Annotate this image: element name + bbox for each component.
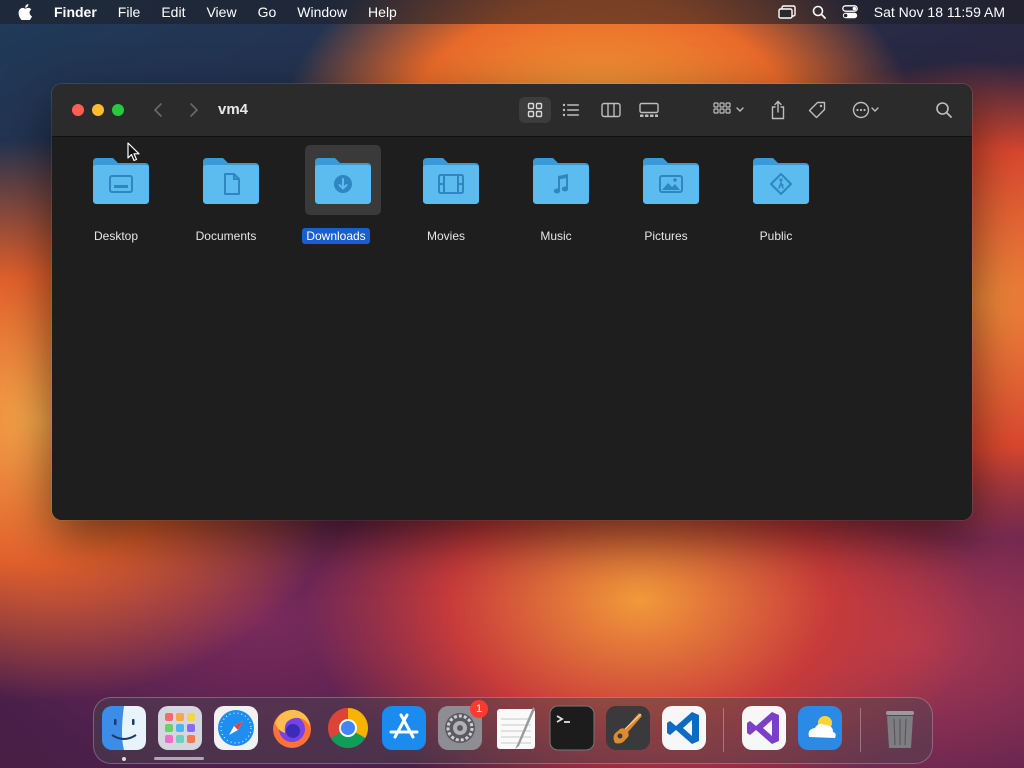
tag-icon: [808, 101, 826, 119]
group-by-button[interactable]: [706, 97, 752, 123]
dock-launchpad-icon[interactable]: [156, 704, 204, 752]
list-icon: [562, 103, 579, 117]
chevron-right-icon: [190, 103, 198, 117]
dock-vscode-icon[interactable]: [660, 704, 708, 752]
dock-chrome-icon[interactable]: [324, 704, 372, 752]
menu-app-finder[interactable]: Finder: [54, 4, 97, 20]
dock-visual-studio-icon[interactable]: [740, 704, 788, 752]
menu-bar: Finder File Edit View Go Window Help Sat…: [0, 0, 1024, 24]
folder-item-desktop[interactable]: Desktop: [61, 145, 171, 243]
window-toolbar: vm4: [52, 84, 972, 137]
dock: 1: [93, 697, 933, 764]
close-window-button[interactable]: [72, 104, 84, 116]
control-center-icon[interactable]: [841, 5, 858, 19]
menu-bar-clock[interactable]: Sat Nov 18 11:59 AM: [874, 4, 1005, 20]
dock-weather-icon[interactable]: [796, 704, 844, 752]
share-icon: [771, 100, 785, 120]
group-grid-icon: [713, 102, 731, 114]
folder-item-downloads[interactable]: Downloads: [281, 145, 391, 244]
notification-badge: 1: [470, 700, 488, 718]
desktop-folder-icon: [85, 145, 157, 215]
folder-item-music[interactable]: Music: [501, 145, 611, 243]
dock-textedit-icon[interactable]: [492, 704, 540, 752]
zoom-window-button[interactable]: [112, 104, 124, 116]
more-actions-button[interactable]: [846, 97, 886, 123]
minimize-window-button[interactable]: [92, 104, 104, 116]
column-view-button[interactable]: [595, 97, 627, 123]
dock-firefox-icon[interactable]: [268, 704, 316, 752]
documents-folder-icon: [195, 145, 267, 215]
columns-icon: [601, 102, 621, 118]
menu-help[interactable]: Help: [368, 4, 397, 20]
spotlight-search-icon[interactable]: [812, 5, 826, 19]
file-icon-grid: Desktop Documents Downloads Movies Music…: [52, 137, 972, 520]
running-indicator: [122, 757, 126, 761]
finder-window: vm4 Desktop Documents Downloads Movies M…: [52, 84, 972, 520]
icon-view-button[interactable]: [519, 97, 551, 123]
dock-separator: [860, 708, 861, 752]
menu-window[interactable]: Window: [297, 4, 347, 20]
dock-finder-icon[interactable]: [100, 704, 148, 752]
dock-separator: [723, 708, 724, 752]
ellipsis-circle-icon: [852, 101, 870, 119]
back-button[interactable]: [148, 100, 168, 120]
dock-safari-icon[interactable]: [212, 704, 260, 752]
apple-menu-icon[interactable]: [18, 4, 38, 20]
item-label: Public: [759, 229, 793, 243]
mouse-pointer-icon: [127, 142, 141, 167]
forward-button[interactable]: [184, 100, 204, 120]
menu-file[interactable]: File: [118, 4, 141, 20]
dock-trash-icon[interactable]: [876, 704, 924, 752]
dock-scroll-indicator: [154, 757, 204, 760]
grid-icon: [527, 102, 543, 118]
folder-item-documents[interactable]: Documents: [171, 145, 281, 243]
dock-system-settings-icon[interactable]: 1: [436, 700, 488, 752]
gallery-view-button[interactable]: [633, 97, 665, 123]
chevron-down-icon: [871, 107, 879, 112]
gallery-icon: [639, 102, 659, 117]
folder-item-public[interactable]: Public: [721, 145, 831, 243]
dock-app-store-icon[interactable]: [380, 704, 428, 752]
menu-go[interactable]: Go: [258, 4, 277, 20]
item-label: Documents: [195, 229, 257, 243]
search-button[interactable]: [930, 97, 958, 123]
dock-terminal-icon[interactable]: [548, 704, 596, 752]
menu-view[interactable]: View: [206, 4, 236, 20]
menu-edit[interactable]: Edit: [161, 4, 185, 20]
chevron-left-icon: [154, 103, 162, 117]
downloads-folder-icon: [305, 145, 381, 215]
item-label: Downloads: [302, 228, 370, 244]
item-label: Desktop: [93, 229, 139, 243]
item-label: Pictures: [644, 229, 688, 243]
dock-garageband-icon[interactable]: [604, 704, 652, 752]
chevron-down-icon: [736, 107, 744, 112]
tags-button[interactable]: [803, 97, 831, 123]
music-folder-icon: [525, 145, 597, 215]
share-button[interactable]: [764, 97, 792, 123]
folder-item-movies[interactable]: Movies: [391, 145, 501, 243]
item-label: Movies: [426, 229, 465, 243]
pictures-folder-icon: [635, 145, 707, 215]
list-view-button[interactable]: [555, 97, 587, 123]
window-title: vm4: [218, 101, 249, 118]
search-icon: [936, 102, 952, 118]
folder-item-pictures[interactable]: Pictures: [611, 145, 721, 243]
item-label: Music: [540, 229, 572, 243]
movies-folder-icon: [415, 145, 487, 215]
stage-manager-icon[interactable]: [778, 5, 796, 19]
public-folder-icon: [745, 145, 817, 215]
